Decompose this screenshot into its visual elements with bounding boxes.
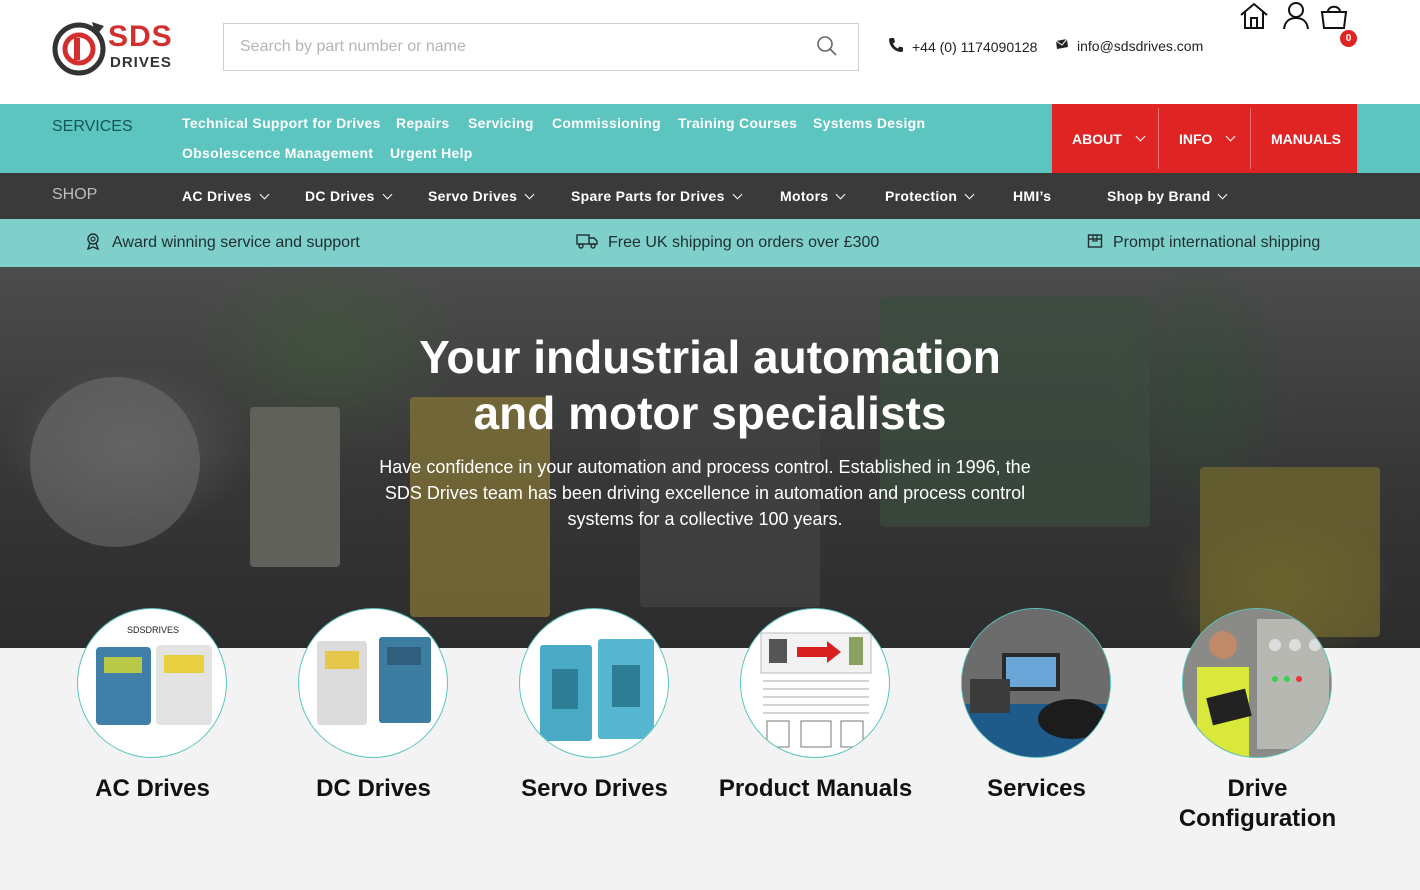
shop-link-shop-by-brand[interactable]: Shop by Brand [1107, 173, 1228, 219]
shop-link-motors[interactable]: Motors [780, 173, 846, 219]
category-title: Servo Drives [521, 775, 668, 802]
usp-shipping-text: Free UK shipping on orders over £300 [608, 234, 880, 251]
shop-bar: SHOP AC Drives DC Drives Servo Drives Sp… [0, 173, 1420, 219]
category-logo-text: SDSDRIVES [127, 625, 179, 635]
cart-icon[interactable] [1318, 0, 1350, 32]
hero-title-line1: Your industrial automation [419, 331, 1001, 383]
chevron-down-icon [836, 189, 846, 199]
shop-link-spare-parts[interactable]: Spare Parts for Drives [571, 173, 743, 219]
shop-link-hmis[interactable]: HMI’s [1013, 173, 1051, 219]
menu-about[interactable]: ABOUT [1072, 104, 1146, 173]
truck-icon [576, 233, 598, 254]
usp-award: Award winning service and support [84, 219, 360, 267]
shop-link-label: Servo Drives [428, 188, 518, 204]
contact-phone[interactable]: +44 (0) 1174090128 [888, 37, 1037, 56]
search-input[interactable] [224, 24, 804, 70]
phone-icon [888, 37, 904, 56]
category-image [298, 608, 448, 758]
top-menu: ABOUT INFO MANUALS [1052, 104, 1357, 173]
search-box [223, 23, 859, 71]
services-label: SERVICES [52, 118, 133, 135]
service-link-commissioning[interactable]: Commissioning [552, 115, 661, 131]
cart-count-badge: 0 [1340, 30, 1357, 47]
category-title: AC Drives [95, 775, 210, 802]
category-image: SDSDRIVES [77, 608, 227, 758]
logo-text: SDS [108, 20, 173, 53]
shop-link-servo-drives[interactable]: Servo Drives [428, 173, 535, 219]
category-image [740, 608, 890, 758]
chevron-down-icon [1218, 189, 1228, 199]
category-drive-configuration[interactable]: Drive Configuration [1147, 608, 1368, 848]
category-image [519, 608, 669, 758]
category-image [1182, 608, 1332, 758]
service-link-servicing[interactable]: Servicing [468, 115, 534, 131]
home-icon[interactable] [1238, 0, 1270, 32]
menu-manuals[interactable]: MANUALS [1271, 104, 1341, 173]
email-icon [1055, 37, 1069, 54]
usp-international-text: Prompt international shipping [1113, 234, 1321, 251]
service-link-urgent-help[interactable]: Urgent Help [390, 145, 473, 161]
category-title: Drive Configuration [1178, 775, 1337, 832]
shop-link-label: Shop by Brand [1107, 188, 1211, 204]
shop-link-label: Spare Parts for Drives [571, 188, 725, 204]
shop-link-label: DC Drives [305, 188, 375, 204]
menu-divider [1158, 108, 1159, 169]
hero-banner: Your industrial automation and motor spe… [0, 267, 1420, 648]
usp-shipping: Free UK shipping on orders over £300 [576, 219, 879, 267]
menu-info[interactable]: INFO [1179, 104, 1236, 173]
chevron-down-icon [1226, 131, 1236, 142]
package-icon [1087, 233, 1103, 254]
shop-link-label: Protection [885, 188, 958, 204]
menu-info-label: INFO [1179, 130, 1213, 147]
chevron-down-icon [1135, 131, 1146, 142]
usp-award-text: Award winning service and support [112, 234, 360, 251]
hero-title-line2: and motor specialists [473, 387, 947, 439]
phone-number: +44 (0) 1174090128 [912, 38, 1038, 55]
category-services[interactable]: Services [926, 608, 1147, 848]
shop-link-label: Motors [780, 188, 829, 204]
shop-link-protection[interactable]: Protection [885, 173, 975, 219]
menu-manuals-label: MANUALS [1271, 130, 1341, 147]
contact-email[interactable]: info@sdsdrives.com [1055, 37, 1203, 54]
shop-link-ac-drives[interactable]: AC Drives [182, 173, 270, 219]
shop-link-label: HMI’s [1013, 188, 1052, 204]
service-link-training-courses[interactable]: Training Courses [678, 115, 797, 131]
chevron-down-icon [732, 189, 743, 199]
service-link-systems-design[interactable]: Systems Design [813, 115, 925, 131]
category-title: Services [987, 775, 1086, 802]
category-title: DC Drives [316, 775, 431, 802]
category-dc-drives[interactable]: DC Drives [263, 608, 484, 848]
logo-subtext: DRIVES [110, 54, 172, 71]
service-link-obsolescence[interactable]: Obsolescence Management [182, 145, 373, 161]
service-link-technical-support[interactable]: Technical Support for Drives [182, 115, 381, 131]
search-icon[interactable] [816, 35, 838, 57]
shop-link-label: AC Drives [182, 188, 252, 204]
account-icon[interactable] [1280, 0, 1312, 32]
chevron-down-icon [382, 189, 393, 199]
service-link-repairs[interactable]: Repairs [396, 115, 449, 131]
menu-about-label: ABOUT [1072, 130, 1122, 147]
chevron-down-icon [964, 189, 975, 199]
chevron-down-icon [524, 189, 535, 199]
category-product-manuals[interactable]: Product Manuals [705, 608, 926, 848]
email-address: info@sdsdrives.com [1077, 37, 1204, 54]
hero-title: Your industrial automation and motor spe… [260, 329, 1160, 441]
site-header: SDS DRIVES +44 (0) 1174090128 info@sdsdr… [0, 0, 1420, 104]
shop-label: SHOP [52, 186, 98, 203]
category-servo-drives[interactable]: Servo Drives [484, 608, 705, 848]
hero-text: Have confidence in your automation and p… [379, 457, 1031, 529]
category-ac-drives[interactable]: SDSDRIVES AC Drives [42, 608, 263, 848]
category-title: Product Manuals [718, 775, 913, 802]
usp-international: Prompt international shipping [1087, 219, 1320, 267]
category-image [961, 608, 1111, 758]
usp-bar: Award winning service and support Free U… [0, 219, 1420, 267]
menu-divider [1250, 108, 1251, 169]
award-icon [84, 232, 102, 255]
chevron-down-icon [259, 189, 270, 199]
logo[interactable]: SDS DRIVES [52, 18, 172, 78]
shop-link-dc-drives[interactable]: DC Drives [305, 173, 393, 219]
